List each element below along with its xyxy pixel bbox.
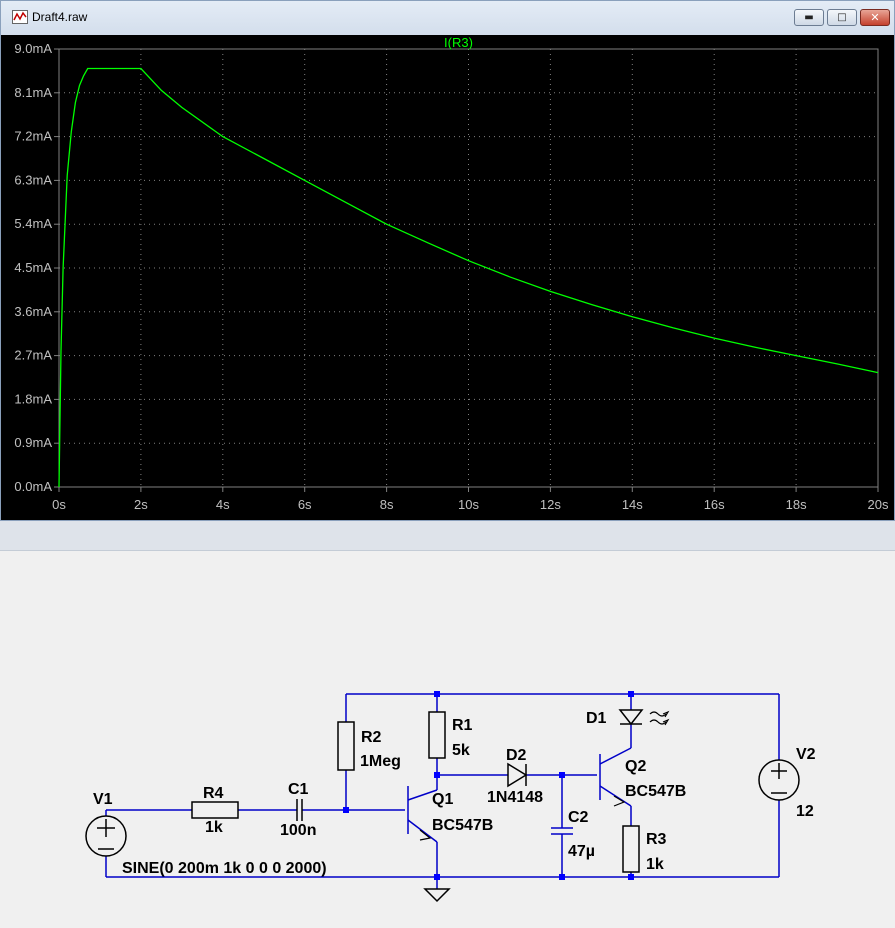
v1-label[interactable]: V1 [93,791,113,808]
title-bar[interactable]: Draft4.raw ▬ □ ✕ [1,1,894,35]
y-tick-label: 6.3mA [14,172,52,187]
y-tick-label: 2.7mA [14,348,52,363]
d1-led-symbol[interactable] [618,709,644,726]
maximize-icon: □ [837,12,847,23]
r4-label[interactable]: R4 [203,785,224,802]
r1-resistor-symbol[interactable] [428,711,446,759]
y-tick-label: 8.1mA [14,85,52,100]
x-tick-label: 10s [458,497,479,512]
plot-window: Draft4.raw ▬ □ ✕ 0s 2s 4s 6s 8s 10s 12s 14s 16s 1… [0,0,895,521]
q1-value[interactable]: BC547B [432,817,493,834]
pane-splitter[interactable] [0,521,895,551]
y-tick-label: 4.5mA [14,260,52,275]
q2-label[interactable]: Q2 [625,758,646,775]
led-emission-icon [649,710,670,726]
x-tick-label: 18s [786,497,807,512]
r1-label[interactable]: R1 [452,717,473,734]
y-tick-label: 1.8mA [14,391,52,406]
c2-value[interactable]: 47µ [568,843,595,860]
waveform-app-icon [12,10,28,24]
r3-resistor-symbol[interactable] [622,825,640,873]
minimize-icon: ▬ [804,12,814,23]
x-tick-label: 20s [868,497,889,512]
x-tick-label: 0s [52,497,66,512]
r2-resistor-symbol[interactable] [337,721,355,771]
maximize-button[interactable]: □ [827,9,857,26]
d2-value[interactable]: 1N4148 [487,789,543,806]
q2-value[interactable]: BC547B [625,783,686,800]
x-tick-label: 12s [540,497,561,512]
v1-value[interactable]: SINE(0 200m 1k 0 0 0 2000) [122,860,327,877]
r2-label[interactable]: R2 [361,729,382,746]
y-tick-label: 7.2mA [14,129,52,144]
x-tick-label: 4s [216,497,230,512]
close-button[interactable]: ✕ [860,9,890,26]
waveform-chart[interactable]: 0s 2s 4s 6s 8s 10s 12s 14s 16s 18s 20s 0.0mA 0.9mA 1.… [1,35,894,520]
ground-icon[interactable] [423,888,451,903]
r2-value[interactable]: 1Meg [360,753,401,770]
x-tick-label: 2s [134,497,148,512]
x-tick-label: 6s [298,497,312,512]
minimize-button[interactable]: ▬ [794,9,824,26]
r4-value[interactable]: 1k [205,819,223,836]
r4-resistor-symbol[interactable] [191,801,239,819]
c1-value[interactable]: 100n [280,822,316,839]
r3-label[interactable]: R3 [646,831,667,848]
waveform-plot-area[interactable]: 0s 2s 4s 6s 8s 10s 12s 14s 16s 18s 20s 0.0mA 0.9mA 1.… [1,35,894,520]
close-icon: ✕ [870,11,880,24]
schematic-editor[interactable]: V1 SINE(0 200m 1k 0 0 0 2000) R4 1k C1 1… [0,551,895,928]
y-tick-label: 0.9mA [14,435,52,450]
y-tick-label: 9.0mA [14,41,52,56]
y-tick-label: 0.0mA [14,479,52,494]
window-title: Draft4.raw [32,10,88,24]
d2-diode-symbol[interactable] [507,762,528,788]
v2-label[interactable]: V2 [796,746,816,763]
d2-label[interactable]: D2 [506,747,527,764]
d1-label[interactable]: D1 [586,710,607,727]
x-tick-label: 16s [704,497,725,512]
c1-label[interactable]: C1 [288,781,309,798]
y-tick-label: 3.6mA [14,304,52,319]
c2-label[interactable]: C2 [568,809,589,826]
chart-title[interactable]: I(R3) [444,35,473,50]
v2-value[interactable]: 12 [796,803,814,820]
x-tick-label: 14s [622,497,643,512]
q1-label[interactable]: Q1 [432,791,453,808]
r3-value[interactable]: 1k [646,856,664,873]
x-tick-label: 8s [380,497,394,512]
y-tick-label: 5.4mA [14,216,52,231]
r1-value[interactable]: 5k [452,742,470,759]
